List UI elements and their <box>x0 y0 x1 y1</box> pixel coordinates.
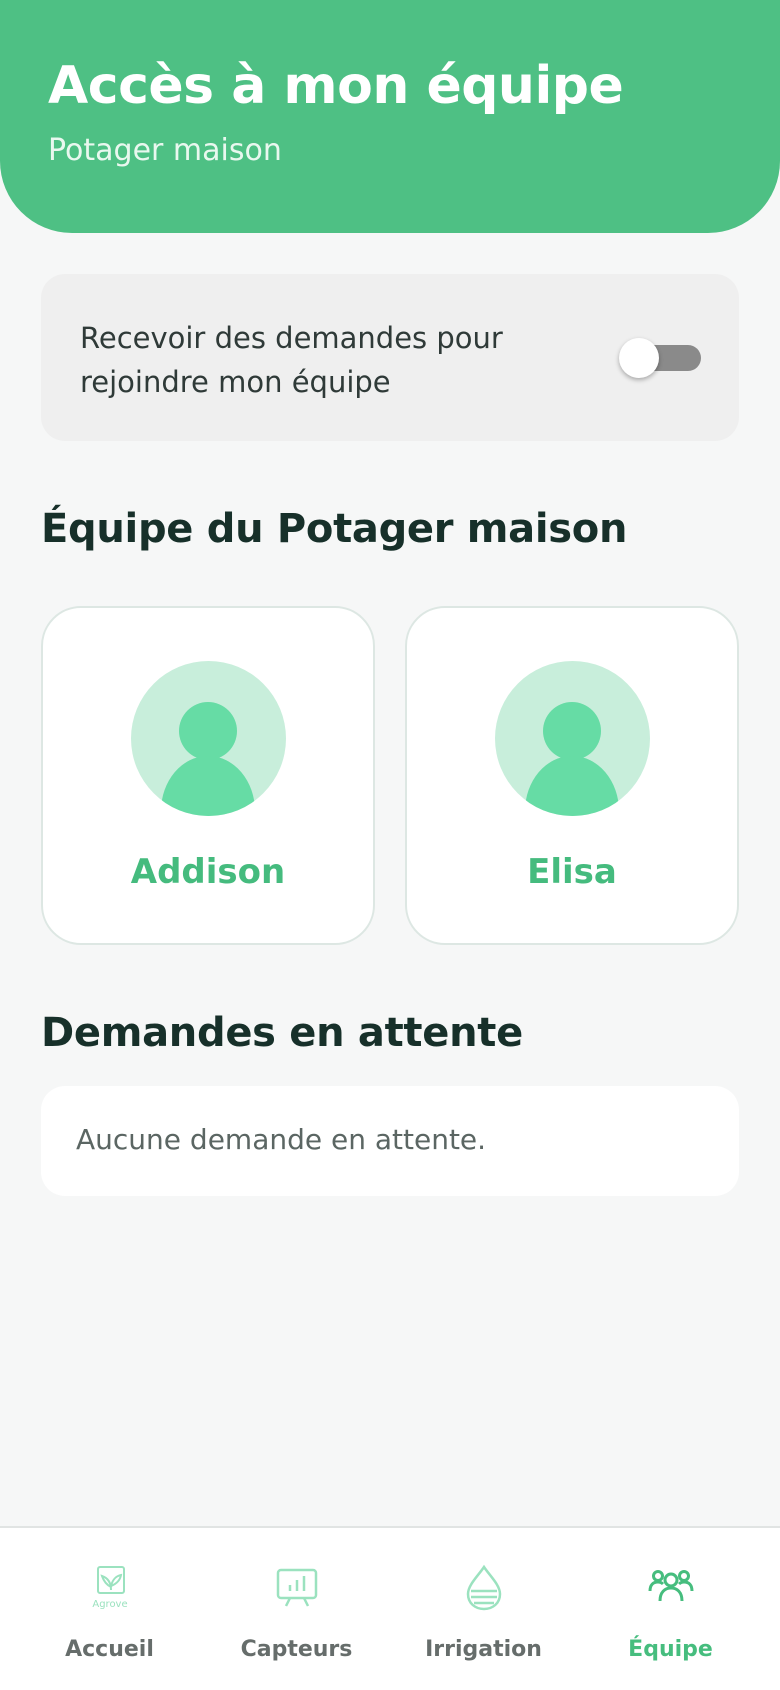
team-section-title: Équipe du Potager maison <box>41 506 628 552</box>
nav-item-accueil[interactable]: Agrove Accueil <box>12 1528 207 1690</box>
team-users-icon <box>648 1570 694 1602</box>
join-requests-toggle[interactable] <box>619 336 705 380</box>
avatar-head <box>543 702 601 760</box>
agrove-logo-icon: Agrove <box>92 1566 128 1610</box>
nav-label-irrigation: Irrigation <box>425 1637 542 1662</box>
team-access-screen: Accès à mon équipe Potager maison Recevo… <box>0 0 780 1690</box>
team-member-card[interactable]: Elisa <box>405 606 739 945</box>
empty-state-message: Aucune demande en attente. <box>76 1123 487 1156</box>
page-title: Accès à mon équipe <box>48 56 624 116</box>
avatar-body <box>161 756 255 816</box>
avatar-body <box>525 756 619 816</box>
nav-item-capteurs[interactable]: Capteurs <box>199 1528 394 1690</box>
nav-label-equipe: Équipe <box>628 1637 713 1662</box>
team-member-card[interactable]: Addison <box>41 606 375 945</box>
avatar-head <box>179 702 237 760</box>
nav-item-equipe[interactable]: Équipe <box>573 1528 768 1690</box>
member-name: Elisa <box>527 852 617 892</box>
app-header: Accès à mon équipe Potager maison <box>0 0 780 233</box>
nav-label-capteurs: Capteurs <box>240 1637 353 1662</box>
member-name: Addison <box>130 852 286 892</box>
toggle-thumb <box>619 338 659 378</box>
water-drop-icon <box>466 1564 502 1611</box>
nav-label-accueil: Accueil <box>65 1637 154 1662</box>
pending-section-title: Demandes en attente <box>41 1010 523 1056</box>
avatar <box>131 661 286 816</box>
bottom-navigation: Agrove Accueil Capteurs Irrigation Équip… <box>0 1526 780 1690</box>
join-requests-label: Recevoir des demandes pour rejoindre mon… <box>80 321 503 399</box>
garden-name: Potager maison <box>48 133 282 168</box>
join-requests-setting: Recevoir des demandes pour rejoindre mon… <box>41 274 739 441</box>
nav-icon-logo-text: Agrove <box>92 1599 127 1610</box>
pending-requests-list: Aucune demande en attente. <box>41 1086 739 1196</box>
sensor-chart-icon <box>276 1568 318 1607</box>
nav-item-irrigation[interactable]: Irrigation <box>386 1528 581 1690</box>
avatar <box>495 661 650 816</box>
